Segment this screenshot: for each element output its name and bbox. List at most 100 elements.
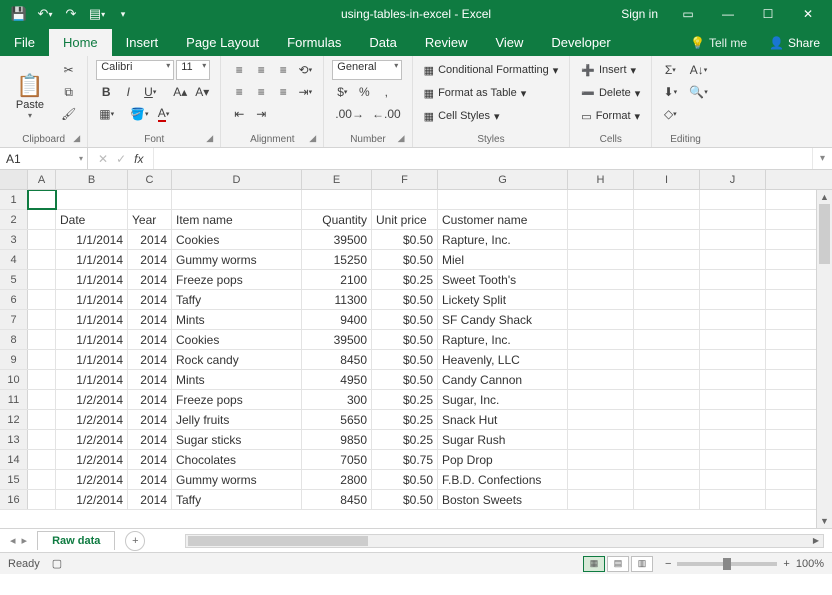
format-cells-button[interactable]: ▭ Format ▾: [578, 106, 643, 126]
delete-cells-button[interactable]: ➖ Delete ▾: [578, 83, 643, 103]
cell[interactable]: 2014: [128, 230, 172, 249]
comma-format-button[interactable]: ,: [376, 82, 396, 102]
zoom-slider-handle[interactable]: [723, 558, 731, 570]
cell[interactable]: [700, 370, 766, 389]
tab-view[interactable]: View: [481, 29, 537, 56]
cell[interactable]: 2014: [128, 250, 172, 269]
decrease-decimal-button[interactable]: ←.00: [369, 104, 404, 124]
column-header-J[interactable]: J: [700, 170, 766, 189]
cell[interactable]: 1/2/2014: [56, 470, 128, 489]
cell[interactable]: 2100: [302, 270, 372, 289]
redo-button[interactable]: ↷: [60, 3, 82, 25]
tell-me-search[interactable]: 💡 Tell me: [680, 30, 757, 56]
cell[interactable]: 1/1/2014: [56, 250, 128, 269]
cell[interactable]: Miel: [438, 250, 568, 269]
cell[interactable]: 2014: [128, 370, 172, 389]
cell[interactable]: Gummy worms: [172, 470, 302, 489]
cell[interactable]: [568, 190, 634, 209]
formula-input[interactable]: [154, 148, 812, 169]
cell[interactable]: [634, 410, 700, 429]
cell[interactable]: Rapture, Inc.: [438, 330, 568, 349]
column-header-H[interactable]: H: [568, 170, 634, 189]
align-bottom-button[interactable]: ≡: [273, 60, 293, 80]
cell[interactable]: F.B.D. Confections: [438, 470, 568, 489]
cell[interactable]: Freeze pops: [172, 390, 302, 409]
new-sheet-button[interactable]: +: [125, 531, 145, 551]
zoom-level[interactable]: 100%: [796, 558, 824, 570]
cell[interactable]: Item name: [172, 210, 302, 229]
font-color-button[interactable]: A▾: [154, 104, 174, 124]
cell[interactable]: $0.50: [372, 230, 438, 249]
cell[interactable]: [56, 190, 128, 209]
cell[interactable]: [568, 330, 634, 349]
copy-button[interactable]: ⧉: [58, 82, 79, 102]
sign-in-link[interactable]: Sign in: [611, 7, 668, 21]
cell[interactable]: 2014: [128, 270, 172, 289]
cell[interactable]: [172, 190, 302, 209]
cell[interactable]: SF Candy Shack: [438, 310, 568, 329]
cell[interactable]: [28, 310, 56, 329]
cell[interactable]: [28, 450, 56, 469]
alignment-dialog-launcher[interactable]: ◢: [309, 133, 321, 145]
cell[interactable]: 2800: [302, 470, 372, 489]
cell[interactable]: $0.50: [372, 250, 438, 269]
cell[interactable]: [568, 210, 634, 229]
cell[interactable]: [568, 450, 634, 469]
clipboard-dialog-launcher[interactable]: ◢: [73, 133, 85, 145]
cell[interactable]: [634, 310, 700, 329]
cell[interactable]: [28, 470, 56, 489]
cell[interactable]: $0.50: [372, 330, 438, 349]
column-header-D[interactable]: D: [172, 170, 302, 189]
qat-customize-button[interactable]: ▾: [112, 3, 134, 25]
cell[interactable]: 8450: [302, 350, 372, 369]
cell[interactable]: [634, 290, 700, 309]
tab-formulas[interactable]: Formulas: [273, 29, 355, 56]
cell[interactable]: $0.50: [372, 290, 438, 309]
cell[interactable]: [28, 490, 56, 509]
cell[interactable]: [568, 290, 634, 309]
cell[interactable]: [700, 490, 766, 509]
cell[interactable]: 1/2/2014: [56, 410, 128, 429]
cell[interactable]: Unit price: [372, 210, 438, 229]
fill-button[interactable]: ⬇▾: [660, 82, 680, 102]
cell[interactable]: 8450: [302, 490, 372, 509]
font-dialog-launcher[interactable]: ◢: [206, 133, 218, 145]
wrap-merge-button[interactable]: ⇥▾: [295, 82, 315, 102]
row-header[interactable]: 4: [0, 250, 28, 269]
cell[interactable]: Customer name: [438, 210, 568, 229]
cell[interactable]: [568, 230, 634, 249]
percent-format-button[interactable]: %: [354, 82, 374, 102]
cell[interactable]: [28, 290, 56, 309]
cell[interactable]: 1/1/2014: [56, 330, 128, 349]
cell[interactable]: Mints: [172, 310, 302, 329]
cell[interactable]: Taffy: [172, 290, 302, 309]
cell[interactable]: [372, 190, 438, 209]
name-box[interactable]: A1: [0, 148, 88, 169]
align-right-button[interactable]: ≡: [273, 82, 293, 102]
cell[interactable]: [28, 250, 56, 269]
orientation-button[interactable]: ⟲▾: [295, 60, 315, 80]
underline-button[interactable]: U▾: [140, 82, 160, 102]
row-header[interactable]: 2: [0, 210, 28, 229]
column-header-A[interactable]: A: [28, 170, 56, 189]
insert-cells-button[interactable]: ➕ Insert ▾: [578, 60, 643, 80]
borders-button[interactable]: ▦▾: [96, 104, 117, 124]
cell[interactable]: [700, 390, 766, 409]
zoom-in-button[interactable]: +: [783, 558, 789, 570]
cell[interactable]: 1/1/2014: [56, 310, 128, 329]
cell[interactable]: $0.50: [372, 350, 438, 369]
row-header[interactable]: 8: [0, 330, 28, 349]
cell[interactable]: [302, 190, 372, 209]
align-left-button[interactable]: ≡: [229, 82, 249, 102]
cell[interactable]: Lickety Split: [438, 290, 568, 309]
cell[interactable]: 2014: [128, 390, 172, 409]
sheet-tab-active[interactable]: Raw data: [37, 531, 115, 550]
cell[interactable]: [634, 350, 700, 369]
cell[interactable]: [700, 450, 766, 469]
select-all-corner[interactable]: [0, 170, 28, 189]
font-size-select[interactable]: 11: [176, 60, 210, 80]
cell[interactable]: 1/1/2014: [56, 270, 128, 289]
cell[interactable]: 300: [302, 390, 372, 409]
cell[interactable]: Freeze pops: [172, 270, 302, 289]
clear-button[interactable]: ◇▾: [660, 104, 680, 124]
